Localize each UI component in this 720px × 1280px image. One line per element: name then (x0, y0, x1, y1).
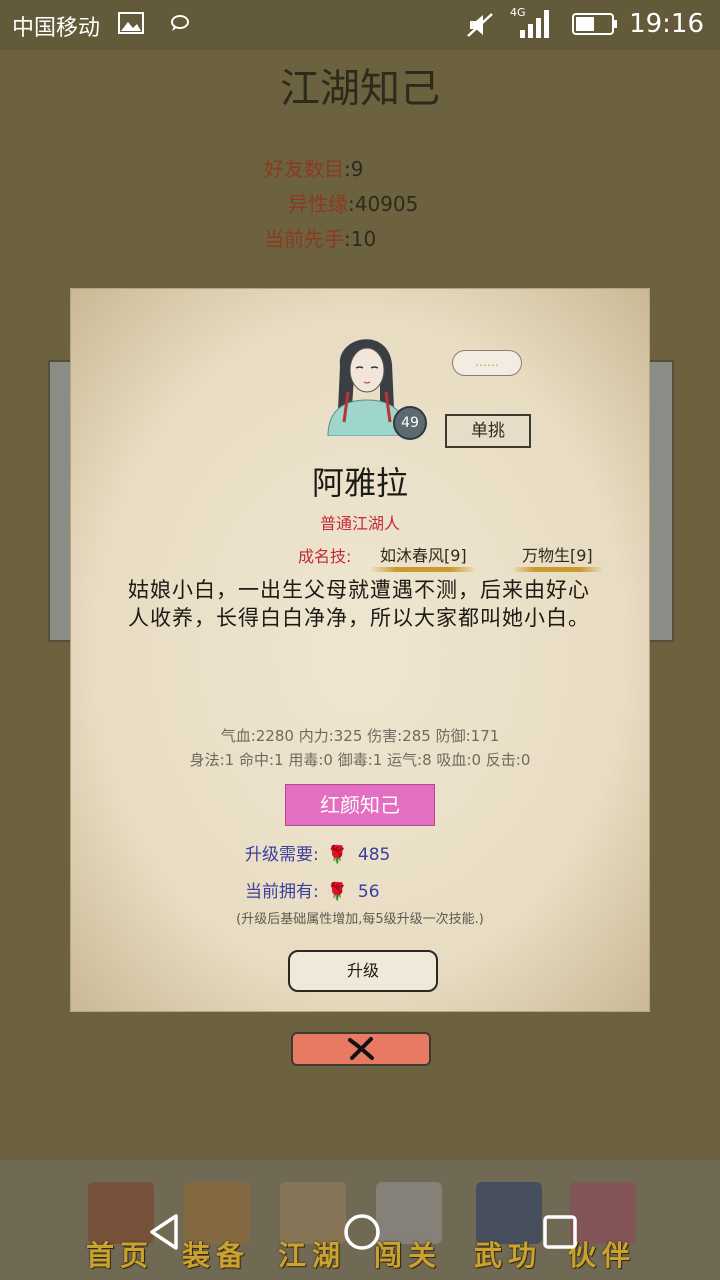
skill-underline (512, 567, 603, 572)
companion-bio: 姑娘小白，一出生父母就遭遇不测，后来由好心人收养，长得白白净净，所以大家都叫她小… (128, 578, 590, 630)
stat-charm: 异性缘:40905 (288, 192, 419, 216)
home-circle-icon (344, 1214, 380, 1250)
background-card-right (648, 360, 674, 642)
attribute-summary: 气血:2280 内力:325 伤害:285 防御:171 身法:1 命中:1 用… (70, 724, 650, 772)
home-nav-button[interactable] (342, 1212, 382, 1256)
rose-icon: 🌹 (326, 882, 348, 902)
upgrade-note: (升级后基础属性增加,每5级升级一次技能.) (236, 912, 484, 927)
attributes-secondary: 身法:1 命中:1 用毒:0 御毒:1 运气:8 吸血:0 反击:0 (189, 751, 531, 769)
recents-nav-button[interactable] (542, 1214, 578, 1254)
battery-icon (572, 12, 618, 40)
clock: 19:16 (629, 9, 704, 39)
page-title: 江湖知己 (280, 66, 440, 112)
friend-stats: 好友数目:9 异性缘:40905 当前先手:10 (264, 152, 418, 257)
companion-detail-dialog: 49 …… 单挑 阿雅拉 普通江湖人 成名技: 如沐春风[9] 万物生[9] 姑… (70, 288, 650, 1012)
stat-friend-count: 好友数目:9 (264, 157, 364, 181)
recents-square-icon (543, 1215, 577, 1249)
speech-bubble-icon[interactable]: …… (452, 350, 522, 376)
owned-roses-row: 当前拥有: 🌹 56 (245, 882, 380, 902)
signal-icon: 4G (510, 6, 550, 44)
back-nav-button[interactable] (146, 1212, 182, 1256)
skill-underline (370, 567, 477, 572)
close-x-icon (348, 1037, 374, 1060)
status-bar: 中国移动 4G 19:16 (0, 0, 720, 50)
stat-initiative: 当前先手:10 (264, 227, 377, 251)
skill-item[interactable]: 如沐春风[9] (370, 542, 477, 572)
level-badge: 49 (393, 406, 427, 440)
companion-name: 阿雅拉 (311, 464, 408, 502)
attributes-primary: 气血:2280 内力:325 伤害:285 防御:171 (220, 727, 500, 745)
signature-skills-label: 成名技: (298, 547, 352, 566)
rose-icon: 🌹 (326, 845, 348, 865)
mute-icon (466, 12, 494, 42)
carrier-name: 中国移动 (12, 16, 101, 41)
upgrade-button[interactable]: 升级 (288, 950, 438, 992)
close-button[interactable] (291, 1032, 431, 1066)
chat-notification-icon (168, 12, 192, 38)
confidante-button[interactable]: 红颜知己 (285, 784, 435, 826)
back-triangle-icon (150, 1214, 178, 1250)
duel-button[interactable]: 单挑 (445, 414, 531, 448)
companion-rank: 普通江湖人 (319, 514, 400, 533)
skill-item[interactable]: 万物生[9] (512, 542, 603, 572)
gallery-notification-icon (118, 12, 144, 38)
upgrade-cost-row: 升级需要: 🌹 485 (245, 845, 391, 865)
